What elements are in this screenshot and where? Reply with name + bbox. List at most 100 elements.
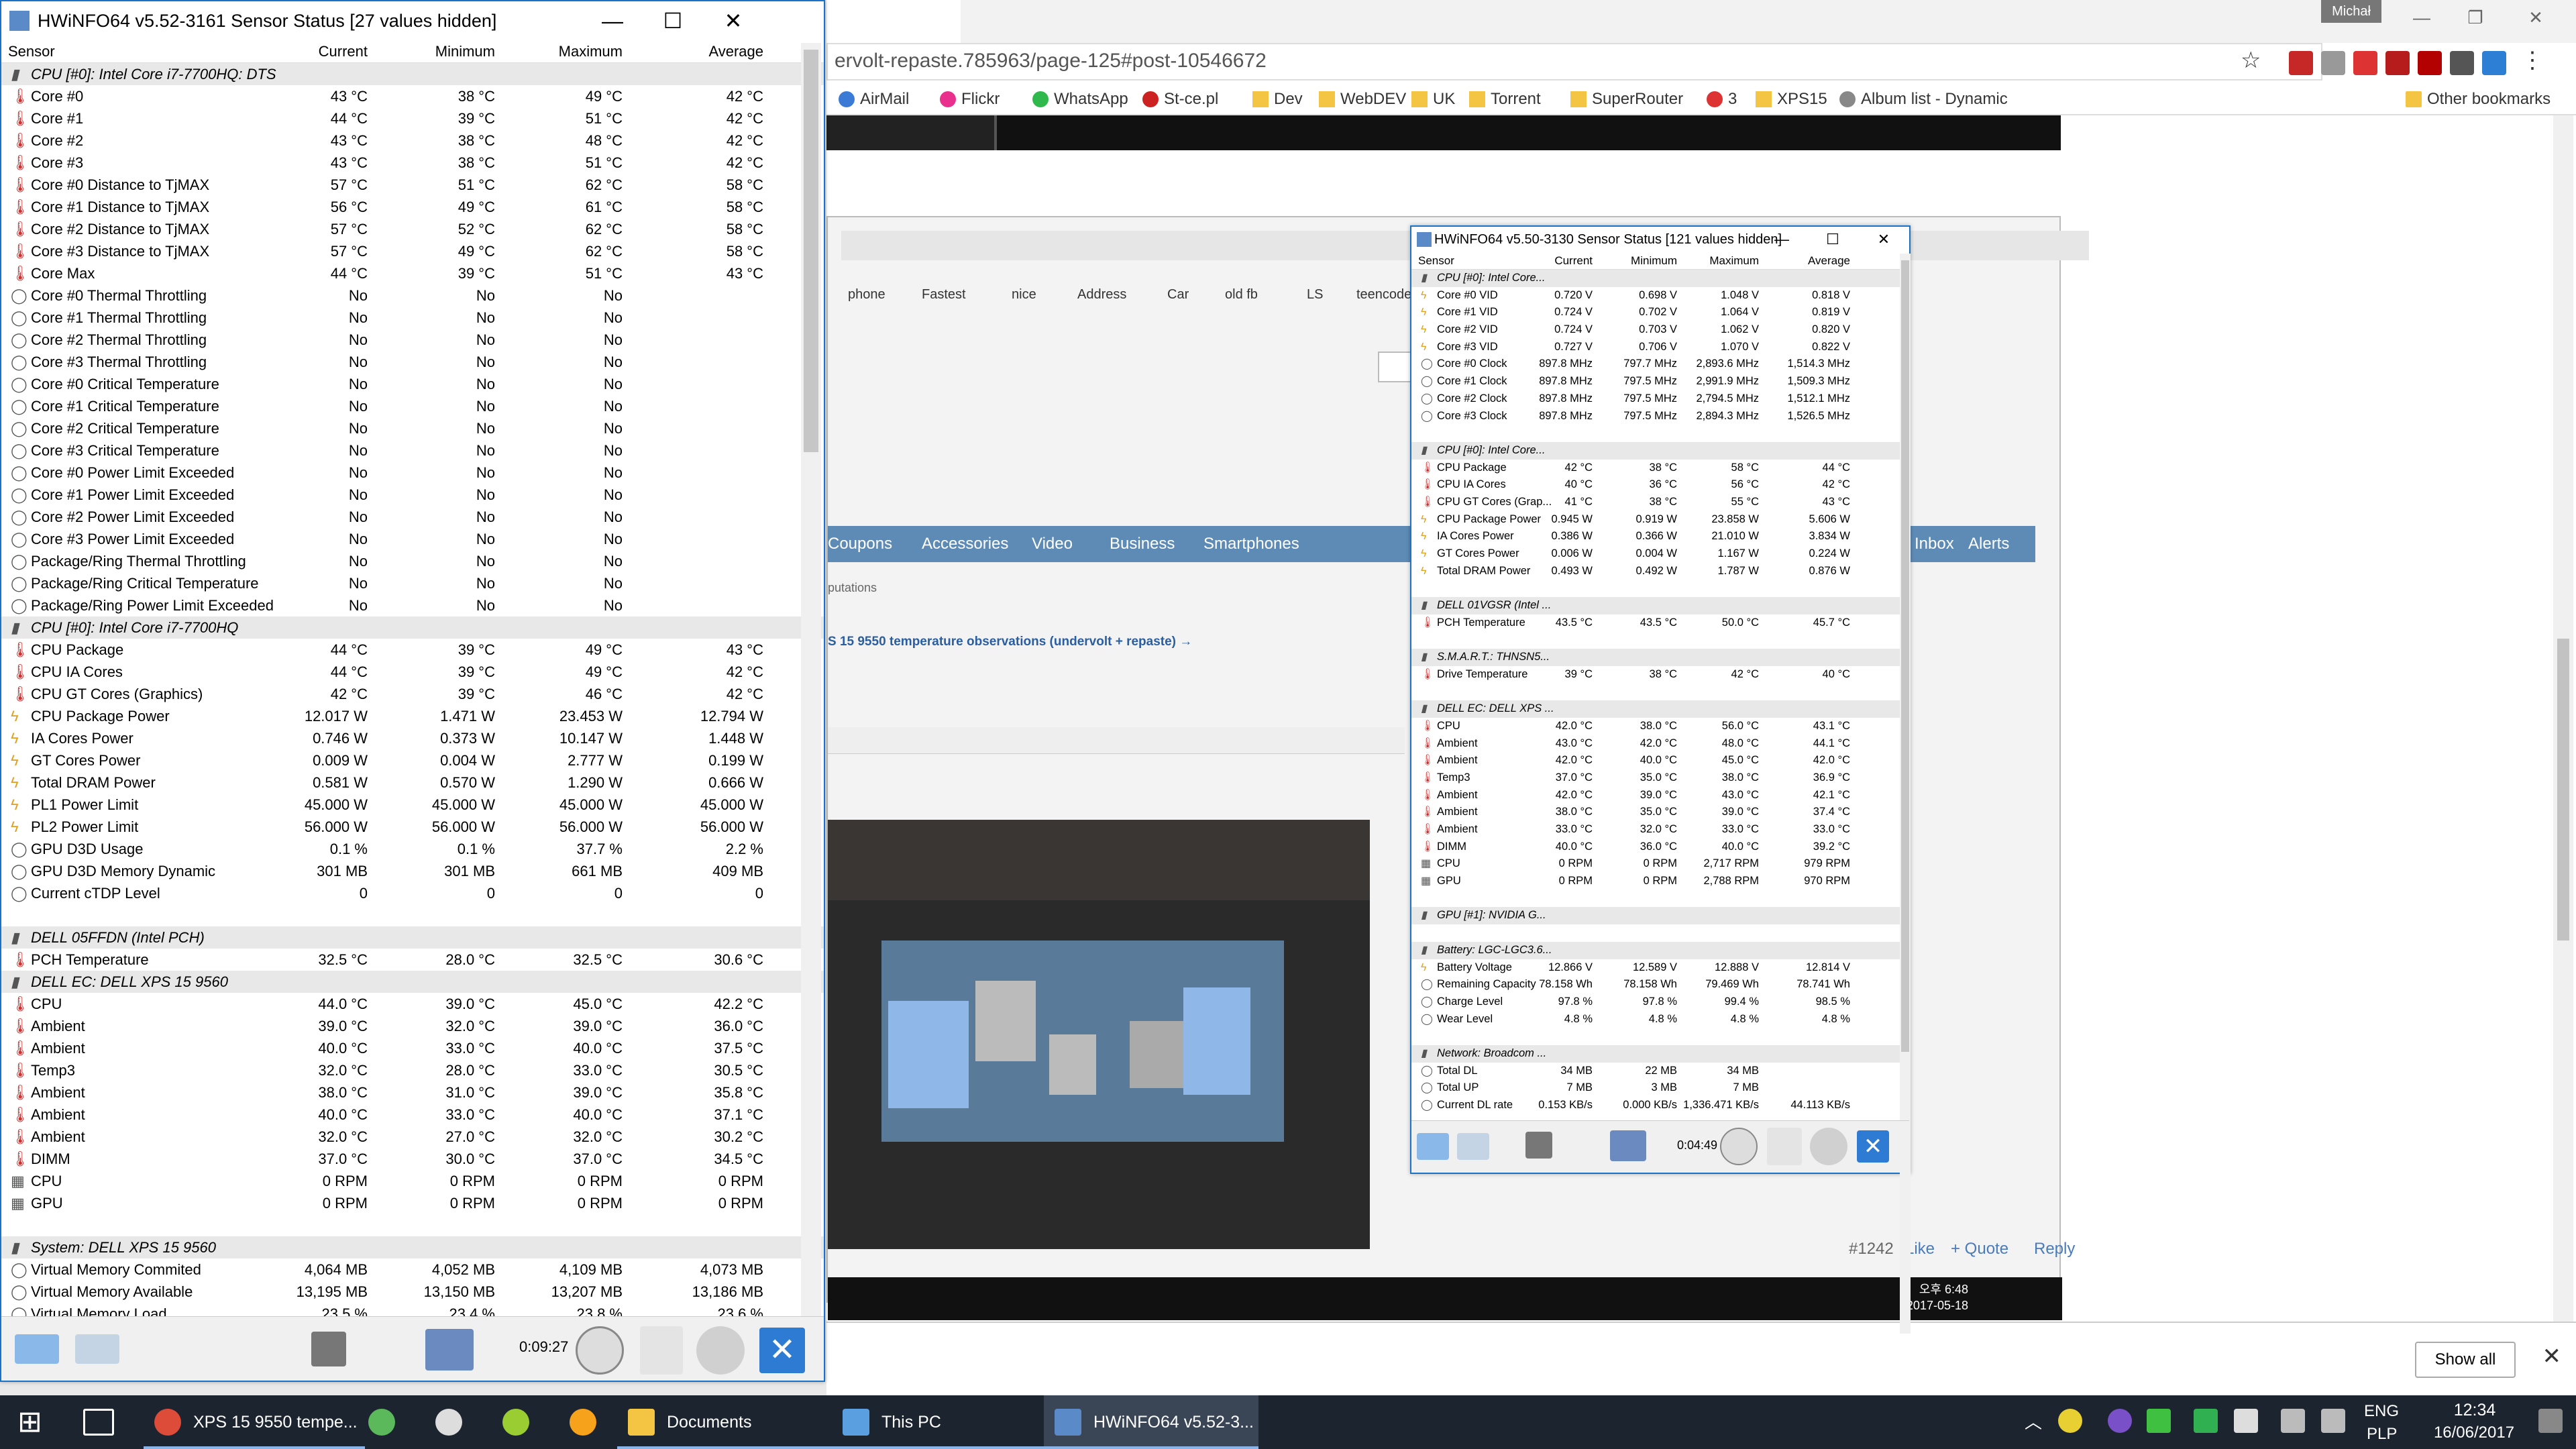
quote-link[interactable]: + Quote bbox=[1951, 1240, 2008, 1258]
sensor-row[interactable]: ◯ Remaining Capacity 78.158 Wh 78.158 Wh 79.… bbox=[1411, 976, 1909, 994]
sensor-row[interactable]: ◯ Virtual Memory Commited 4,064 MB 4,052 MB… bbox=[1, 1258, 824, 1281]
sensor-row[interactable]: 🌡 Ambient 40.0 °C 33.0 °C 40.0 °C 37.1 °C bbox=[1, 1104, 824, 1126]
sensor-row[interactable]: ◯ Core #0 Thermal Throttling No No No bbox=[1, 284, 824, 307]
sensor-row[interactable]: ◯ Current DL rate 0.153 KB/s 0.000 KB/s 1,33… bbox=[1411, 1097, 1909, 1114]
sensor-row[interactable]: 🌡 Core #0 43 °C 38 °C 49 °C 42 °C bbox=[1, 85, 824, 107]
keyboard-layout[interactable]: PLP bbox=[2367, 1425, 2397, 1444]
sensor-row[interactable]: 🌡 Core #1 44 °C 39 °C 51 °C 42 °C bbox=[1, 107, 824, 129]
sensor-row[interactable]: 🌡 Core #3 Distance to TjMAX 57 °C 49 °C 62 °… bbox=[1, 240, 824, 262]
tray-icon[interactable] bbox=[2147, 1409, 2171, 1433]
input-language[interactable]: ENG bbox=[2364, 1402, 2399, 1421]
fan-icon[interactable] bbox=[1525, 1132, 1552, 1159]
sensor-row[interactable]: 🌡 Ambient 39.0 °C 32.0 °C 39.0 °C 36.0 °C bbox=[1, 1015, 824, 1037]
sensor-row[interactable]: ◯ Core #3 Clock 897.8 MHz 797.5 MHz 2,894.3 … bbox=[1411, 408, 1909, 425]
sensor-row[interactable]: 🌡 Ambient 40.0 °C 33.0 °C 40.0 °C 37.5 °C bbox=[1, 1037, 824, 1059]
minimize-icon[interactable]: — bbox=[582, 1, 643, 40]
show-all-button[interactable]: Show all bbox=[2415, 1342, 2516, 1378]
minimize-icon[interactable]: — bbox=[1756, 227, 1807, 252]
sensor-row[interactable]: 🌡 Core #2 43 °C 38 °C 48 °C 42 °C bbox=[1, 129, 824, 152]
bookmark-item[interactable]: XPS15 bbox=[1753, 83, 1827, 115]
taskbar-app[interactable] bbox=[419, 1395, 479, 1449]
sensor-row[interactable]: 🌡 DIMM 40.0 °C 36.0 °C 40.0 °C 39.2 °C bbox=[1411, 839, 1909, 856]
sensor-row[interactable]: 🌡 Ambient 38.0 °C 31.0 °C 39.0 °C 35.8 °C bbox=[1, 1081, 824, 1104]
sensor-row[interactable]: ◯ Virtual Memory Available 13,195 MB 13,150… bbox=[1, 1281, 824, 1303]
sensor-row[interactable]: ◯ Core #0 Power Limit Exceeded No No No bbox=[1, 462, 824, 484]
sensor-row[interactable]: ϟ CPU Package Power 0.945 W 0.919 W 23.858 W… bbox=[1411, 511, 1909, 529]
tray-icon[interactable] bbox=[2058, 1409, 2082, 1433]
network-icon[interactable] bbox=[2281, 1409, 2305, 1433]
sensor-row[interactable]: 🌡 Temp3 37.0 °C 35.0 °C 38.0 °C 36.9 °C bbox=[1411, 769, 1909, 787]
column-header-sensor[interactable]: Sensor bbox=[1418, 252, 1454, 270]
sensor-row[interactable]: ◯ Core #2 Critical Temperature No No No bbox=[1, 417, 824, 439]
sensor-row[interactable]: ◯ Wear Level 4.8 % 4.8 % 4.8 % 4.8 % bbox=[1411, 1011, 1909, 1028]
sensor-row[interactable]: 🌡 Ambient 38.0 °C 35.0 °C 39.0 °C 37.4 °C bbox=[1411, 804, 1909, 821]
sensor-row[interactable]: 🌡 Ambient 32.0 °C 27.0 °C 32.0 °C 30.2 °C bbox=[1, 1126, 824, 1148]
minimize-icon[interactable]: — bbox=[2402, 4, 2442, 31]
tray-icon[interactable] bbox=[2194, 1409, 2218, 1433]
sensor-row[interactable]: ϟ Core #2 VID 0.724 V 0.703 V 1.062 V 0.820 V bbox=[1411, 321, 1909, 339]
taskbar-app[interactable] bbox=[352, 1395, 412, 1449]
sensor-row[interactable]: 🌡 Ambient 42.0 °C 39.0 °C 43.0 °C 42.1 °C bbox=[1411, 787, 1909, 804]
sensor-row[interactable]: ϟ PL1 Power Limit 45.000 W 45.000 W 45.000 W… bbox=[1, 794, 824, 816]
sensor-row[interactable]: ◯ Core #3 Thermal Throttling No No No bbox=[1, 351, 824, 373]
extension-icon[interactable] bbox=[2353, 51, 2377, 75]
sensor-group[interactable]: ▮ GPU [#1]: NVIDIA G... bbox=[1411, 907, 1909, 925]
sensor-row[interactable]: ϟ PL2 Power Limit 56.000 W 56.000 W 56.000 W… bbox=[1, 816, 824, 838]
column-header-average[interactable]: Average bbox=[1808, 252, 1850, 270]
sensor-group[interactable]: ▮ DELL EC: DELL XPS ... bbox=[1411, 700, 1909, 718]
log-icon[interactable] bbox=[640, 1326, 683, 1375]
extension-icon[interactable] bbox=[2289, 51, 2313, 75]
taskbar-app[interactable]: Documents bbox=[617, 1395, 832, 1449]
sensor-row[interactable]: ◯ Core #2 Thermal Throttling No No No bbox=[1, 329, 824, 351]
sensor-row[interactable]: ϟ Total DRAM Power 0.493 W 0.492 W 1.787 W 0.… bbox=[1411, 563, 1909, 580]
bookmark-item[interactable]: Torrent bbox=[1466, 83, 1541, 115]
column-header-minimum[interactable]: Minimum bbox=[1631, 252, 1677, 270]
scroll-thumb[interactable] bbox=[1901, 260, 1909, 1052]
bookmark-item[interactable]: Flickr bbox=[937, 83, 1000, 115]
column-header-current[interactable]: Current bbox=[319, 40, 368, 63]
sensor-row[interactable]: 🌡 Core #0 Distance to TjMAX 57 °C 51 °C 62 °… bbox=[1, 174, 824, 196]
sensor-row[interactable]: ◯ Package/Ring Critical Temperature No No No bbox=[1, 572, 824, 594]
sensor-row[interactable]: ◯ Charge Level 97.8 % 97.8 % 99.4 % 98.5 % bbox=[1411, 994, 1909, 1011]
other-bookmarks[interactable]: Other bookmarks bbox=[2403, 83, 2551, 115]
column-header-current[interactable]: Current bbox=[1554, 252, 1593, 270]
sensor-group[interactable]: ▮ DELL 05FFDN (Intel PCH) bbox=[1, 926, 824, 949]
sensor-row[interactable]: 🌡 Ambient 42.0 °C 40.0 °C 45.0 °C 42.0 °C bbox=[1411, 752, 1909, 769]
sensor-row[interactable]: ◯ Current cTDP Level 0 0 0 0 bbox=[1, 882, 824, 904]
close-icon[interactable]: ✕ bbox=[2516, 4, 2556, 31]
close-icon[interactable]: ✕ bbox=[1857, 1130, 1889, 1163]
extension-icon[interactable] bbox=[2385, 51, 2410, 75]
sensor-row[interactable]: ◯ GPU D3D Memory Dynamic 301 MB 301 MB 661 M… bbox=[1, 860, 824, 882]
nav-business[interactable]: Business bbox=[1110, 526, 1175, 562]
sensor-row[interactable]: 🌡 CPU Package 42 °C 38 °C 58 °C 44 °C bbox=[1411, 460, 1909, 477]
bookmark-item[interactable]: Dev bbox=[1250, 83, 1303, 115]
sensor-row[interactable]: ▦ CPU 0 RPM 0 RPM 2,717 RPM 979 RPM bbox=[1411, 855, 1909, 873]
tray-icon[interactable] bbox=[2108, 1409, 2132, 1433]
bookmark-item[interactable]: St-ce.pl bbox=[1140, 83, 1218, 115]
clock-icon[interactable] bbox=[1720, 1128, 1758, 1165]
taskbar-app[interactable]: XPS 15 9550 tempe... bbox=[144, 1395, 365, 1449]
sensor-row[interactable]: 🌡 CPU IA Cores 44 °C 39 °C 49 °C 42 °C bbox=[1, 661, 824, 683]
settings-icon[interactable] bbox=[696, 1326, 745, 1375]
sensor-row[interactable]: 🌡 Drive Temperature 39 °C 38 °C 42 °C 40 °C bbox=[1411, 666, 1909, 684]
sensor-row[interactable]: 🌡 CPU GT Cores (Graphics) 42 °C 39 °C 46 °C 4… bbox=[1, 683, 824, 705]
sensor-row[interactable]: 🌡 CPU IA Cores 40 °C 36 °C 56 °C 42 °C bbox=[1411, 476, 1909, 494]
nav-arrows-icon[interactable] bbox=[1417, 1133, 1449, 1160]
sensor-row[interactable]: ◯ Total UP 7 MB 3 MB 7 MB bbox=[1411, 1079, 1909, 1097]
sensor-group[interactable]: ▮ CPU [#0]: Intel Core... bbox=[1411, 441, 1909, 460]
bookmark-item[interactable]: Album list - Dynamic bbox=[1837, 83, 2008, 115]
volume-icon[interactable] bbox=[2321, 1409, 2345, 1433]
sensor-row[interactable]: 🌡 PCH Temperature 43.5 °C 43.5 °C 50.0 °C 45.… bbox=[1411, 614, 1909, 632]
sensor-row[interactable]: ϟ Battery Voltage 12.866 V 12.589 V 12.888 V… bbox=[1411, 959, 1909, 977]
maximize-icon[interactable]: ☐ bbox=[1807, 227, 1858, 252]
sensor-row[interactable]: ϟ Total DRAM Power 0.581 W 0.570 W 1.290 W 0.… bbox=[1, 771, 824, 794]
sensor-row[interactable]: ϟ IA Cores Power 0.386 W 0.366 W 21.010 W 3.8… bbox=[1411, 528, 1909, 545]
sensor-row[interactable]: ϟ GT Cores Power 0.009 W 0.004 W 2.777 W 0.19… bbox=[1, 749, 824, 771]
date[interactable]: 16/06/2017 bbox=[2427, 1424, 2521, 1442]
sensor-row[interactable]: ϟ IA Cores Power 0.746 W 0.373 W 10.147 W 1.4… bbox=[1, 727, 824, 749]
sensor-row[interactable]: ◯ Core #1 Power Limit Exceeded No No No bbox=[1, 484, 824, 506]
sensor-row[interactable]: 🌡 Core #3 43 °C 38 °C 51 °C 42 °C bbox=[1, 152, 824, 174]
star-icon[interactable]: ☆ bbox=[2241, 47, 2261, 74]
network-icon[interactable] bbox=[425, 1329, 474, 1371]
column-header-maximum[interactable]: Maximum bbox=[559, 40, 623, 63]
